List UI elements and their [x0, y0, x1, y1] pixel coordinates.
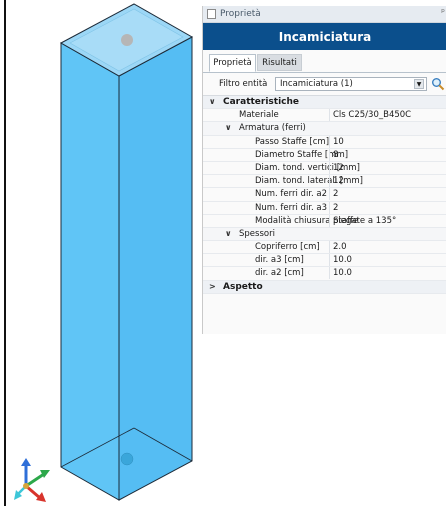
tab-proprieta[interactable]: Proprietà [209, 54, 256, 72]
entity-header: Incamiciatura [203, 23, 446, 50]
property-row[interactable]: Modalità chiusura Staffe piegate a 135° [203, 214, 446, 228]
subcategory-spessori[interactable]: ∨ Spessori [203, 227, 446, 242]
filter-label: Filtro entità [219, 79, 268, 89]
filter-value: Incamiciatura (1) [280, 79, 353, 89]
property-row[interactable]: dir. a2 [cm] 10.0 [203, 267, 446, 281]
property-value[interactable]: 10.0 [333, 267, 352, 279]
column-divider [329, 201, 330, 214]
property-name: Diam. tond. vertici [mm] [255, 162, 360, 173]
column-divider [329, 267, 330, 280]
top-node-dot[interactable] [121, 34, 133, 46]
property-value[interactable]: Cls C25/30_B450C [333, 109, 411, 121]
property-row[interactable]: Copriferro [cm] 2.0 [203, 241, 446, 255]
filter-select[interactable]: Incamiciatura (1) ▼ [275, 77, 427, 91]
property-row[interactable]: Num. ferri dir. a3 2 [203, 201, 446, 215]
property-row[interactable]: Num. ferri dir. a2 2 [203, 188, 446, 202]
property-value[interactable]: 2 [333, 202, 338, 214]
properties-panel: Proprietà ᵖ Incamiciatura Proprietà Risu… [202, 6, 446, 334]
entity-filter: Filtro entità Incamiciatura (1) ▼ [203, 73, 446, 95]
pin-icon[interactable]: ᵖ [441, 8, 445, 18]
panel-icon [207, 9, 216, 19]
property-tree: ∨ Caratteristiche Materiale Cls C25/30_B… [203, 95, 446, 294]
property-value[interactable]: 2 [333, 188, 338, 200]
panel-title: Proprietà [220, 9, 261, 19]
axis-triad-icon [14, 458, 50, 502]
tab-bar: Proprietà Risultati [203, 50, 446, 73]
category-aspetto[interactable]: > Aspetto [203, 280, 446, 294]
property-value[interactable]: 12 [333, 162, 344, 174]
property-name: dir. a3 [cm] [255, 255, 304, 266]
column-3d-model[interactable] [6, 0, 202, 506]
property-value[interactable]: 10 [333, 136, 344, 148]
category-caratteristiche[interactable]: ∨ Caratteristiche [203, 96, 446, 110]
property-name: Num. ferri dir. a3 [255, 202, 328, 213]
subcategory-label: Armatura (ferri) [239, 123, 306, 134]
tab-risultati[interactable]: Risultati [257, 54, 302, 71]
property-row[interactable]: dir. a3 [cm] 10.0 [203, 254, 446, 268]
bottom-node-dot[interactable] [120, 452, 134, 466]
property-row[interactable]: Diam. tond. vertici [mm] 12 [203, 161, 446, 176]
subcategory-armatura[interactable]: ∨ Armatura (ferri) [203, 122, 446, 136]
property-name: Diam. tond. laterali [mm] [255, 176, 363, 187]
column-divider [329, 109, 330, 122]
chevron-down-icon[interactable]: ▼ [414, 79, 424, 89]
column-divider [329, 254, 330, 267]
column-divider [329, 161, 330, 174]
property-name: Passo Staffe [cm] [255, 136, 330, 147]
property-row-materiale[interactable]: Materiale Cls C25/30_B450C [203, 109, 446, 123]
category-label: Caratteristiche [223, 97, 300, 107]
property-row[interactable]: Diam. tond. laterali [mm] 12 [203, 175, 446, 189]
column-divider [329, 175, 330, 188]
property-value[interactable]: 10.0 [333, 254, 352, 266]
property-name: Materiale [239, 110, 279, 121]
column-divider [329, 148, 330, 161]
property-row[interactable]: Diametro Staffe [mm] 8 [203, 148, 446, 162]
subcategory-label: Spessori [239, 228, 275, 239]
expand-icon[interactable]: ∨ [225, 228, 232, 240]
column-front-face [60, 42, 120, 501]
property-name: Copriferro [cm] [255, 242, 320, 253]
column-divider [329, 135, 330, 148]
property-value[interactable]: 12 [333, 175, 344, 187]
expand-icon[interactable]: ∨ [209, 96, 216, 108]
panel-titlebar: Proprietà ᵖ [203, 6, 446, 23]
column-divider [329, 214, 330, 227]
property-name: dir. a2 [cm] [255, 268, 304, 279]
column-divider [329, 241, 330, 254]
collapse-icon[interactable]: > [209, 281, 216, 293]
property-value[interactable]: 8 [333, 149, 338, 161]
column-divider [329, 188, 330, 201]
category-label: Aspetto [223, 281, 263, 292]
search-icon[interactable] [431, 77, 445, 91]
property-value[interactable]: piegate a 135° [333, 215, 396, 227]
property-value[interactable]: 2.0 [333, 241, 347, 253]
property-name: Num. ferri dir. a2 [255, 189, 328, 200]
expand-icon[interactable]: ∨ [225, 122, 232, 134]
property-row[interactable]: Passo Staffe [cm] 10 [203, 135, 446, 149]
3d-viewport[interactable] [6, 0, 202, 506]
